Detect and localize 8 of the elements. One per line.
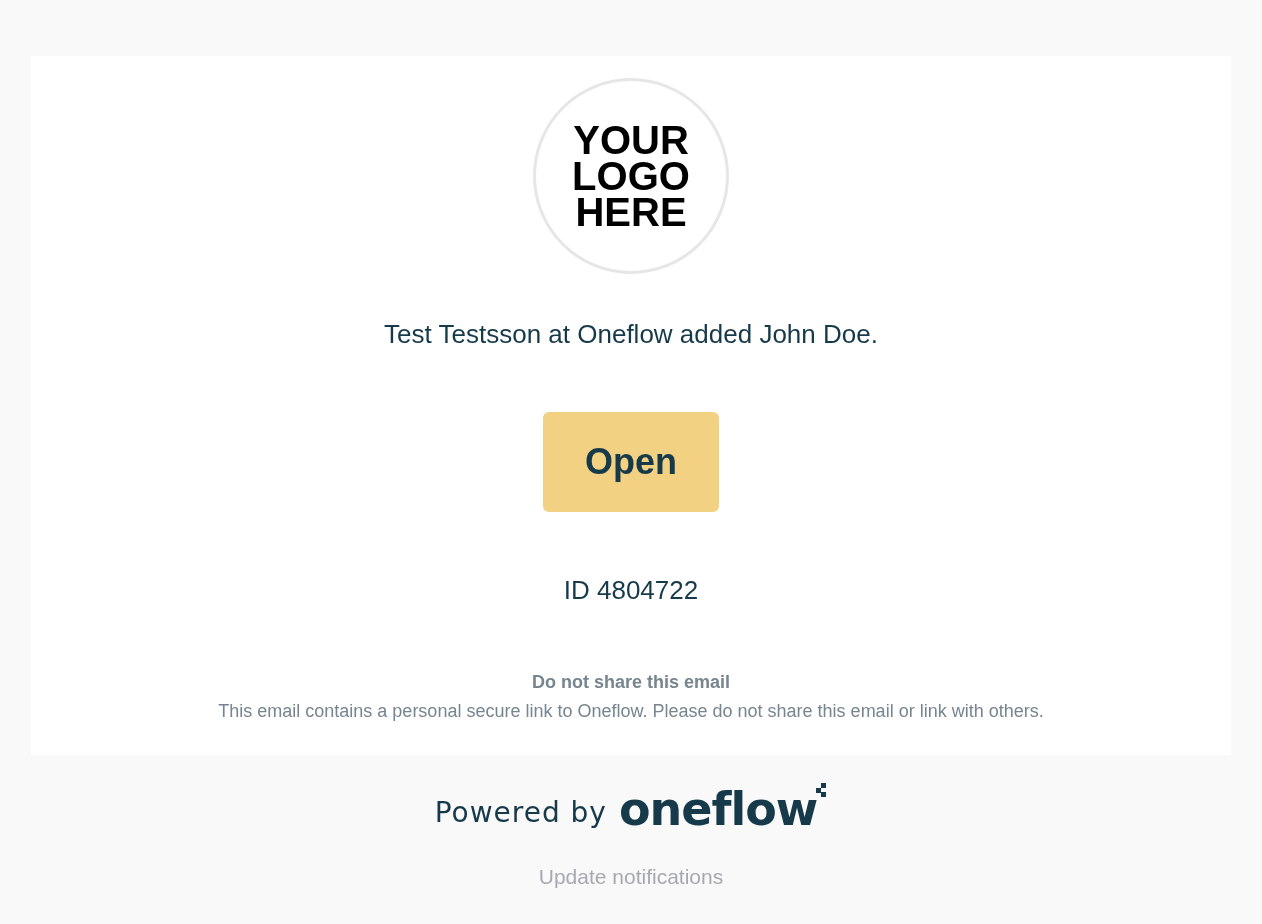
open-button[interactable]: Open bbox=[543, 412, 719, 512]
message-text: Test Testsson at Oneflow added John Doe. bbox=[384, 318, 878, 350]
contract-id: ID 4804722 bbox=[563, 574, 699, 606]
notice-title: Do not share this email bbox=[531, 671, 730, 694]
logo-text: YOUR LOGO HERE bbox=[571, 122, 691, 230]
brand-logo: oneflow bbox=[618, 787, 818, 831]
notice-text: This email contains a personal secure link to Oneflow. Please do not share this email or link with others. bbox=[218, 700, 1044, 723]
powered-by-text: Powered by bbox=[434, 797, 607, 829]
